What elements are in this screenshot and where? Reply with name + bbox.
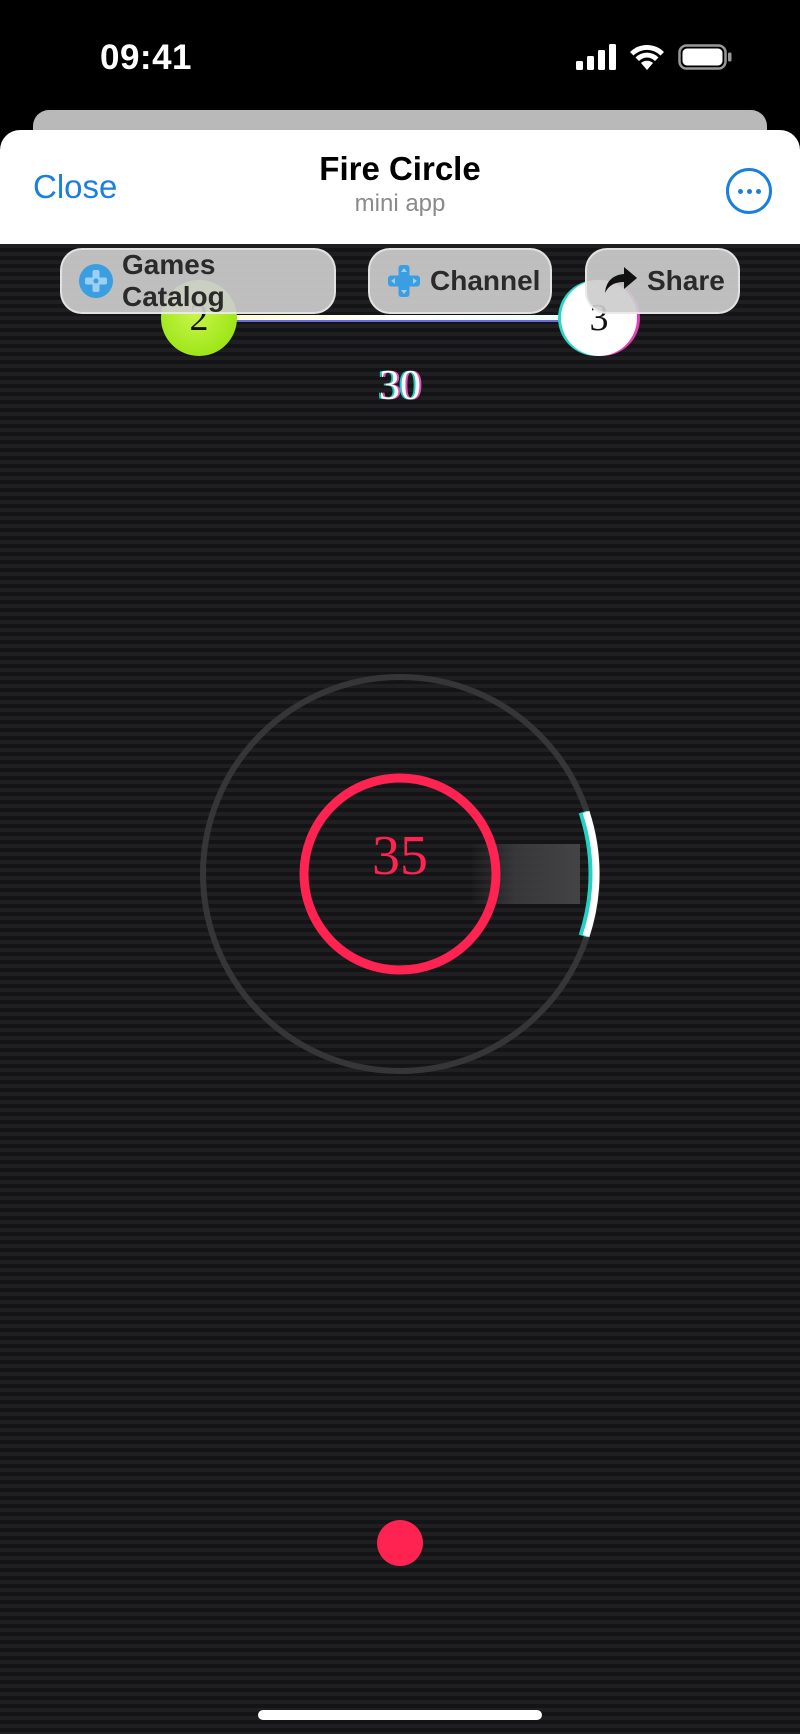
games-catalog-label: Games Catalog [122,249,225,312]
games-catalog-button[interactable]: Games Catalog [60,248,336,314]
home-indicator[interactable] [258,1710,542,1720]
channel-button[interactable]: Channel [368,248,552,314]
hit-counter: 30 [379,363,421,409]
wifi-icon [630,44,664,70]
share-button[interactable]: Share [585,248,740,314]
score-label: 35 [372,825,428,887]
level-progress-bar [198,315,600,320]
signal-icon [576,44,616,70]
battery-icon [678,44,732,70]
game-area[interactable]: Games Catalog Channel Share 2 3 30 35 [0,244,800,1734]
dpad-icon [386,263,422,299]
page-subtitle: mini app [354,190,446,217]
channel-label: Channel [430,265,541,296]
more-dot [746,188,752,194]
status-time: 09:41 [100,38,193,77]
status-bar: 09:41 [0,0,800,110]
more-dot [737,188,743,194]
more-dot [755,188,761,194]
page-title: Fire Circle [319,150,481,187]
gamepad-icon [78,263,114,299]
mini-app-header: Close Fire Circle mini app [0,130,800,244]
status-icons [576,44,732,70]
title-block: Fire Circle mini app [0,150,800,218]
fire-ball[interactable] [377,1520,423,1566]
share-label: Share [647,265,725,296]
more-icon[interactable] [726,168,772,214]
share-arrow-icon [603,265,639,297]
